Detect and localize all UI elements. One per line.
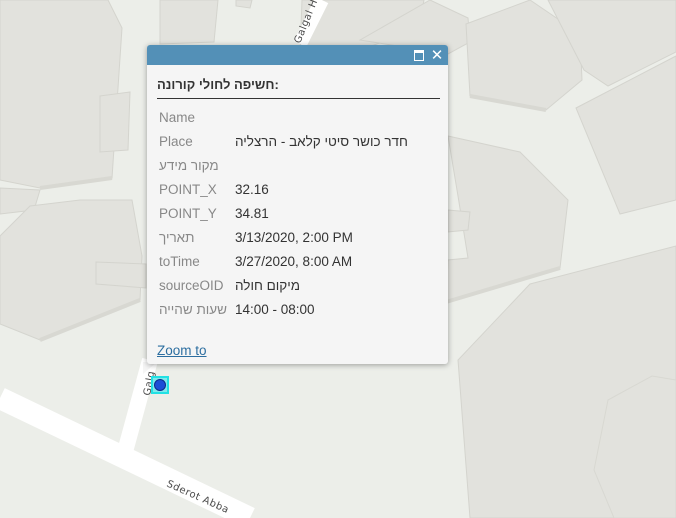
feature-popup: ✕ :חשיפה לחולי קורונה Name Place חדר כושר…: [147, 45, 448, 364]
attribute-row: POINT_Y 34.81: [156, 201, 408, 225]
selected-feature-marker[interactable]: [151, 376, 169, 394]
attribute-value: [235, 105, 408, 129]
attribute-value: 32.16: [235, 181, 269, 197]
attribute-row: POINT_X 32.16: [156, 177, 408, 201]
attribute-row: toTime 3/27/2020, 8:00 AM: [156, 249, 408, 273]
attribute-name: תאריך: [159, 229, 195, 245]
popup-title: :חשיפה לחולי קורונה: [157, 77, 279, 92]
attribute-row: תאריך 3/13/2020, 2:00 PM: [156, 225, 408, 249]
attribute-value: 34.81: [235, 205, 269, 221]
attribute-name: שעות שהייה: [159, 301, 228, 317]
attribute-value: 14:00 - 08:00: [235, 301, 315, 317]
attribute-row: Name: [156, 105, 408, 129]
attribute-name: POINT_Y: [159, 205, 217, 221]
title-divider: [157, 98, 440, 99]
maximize-icon[interactable]: [412, 48, 426, 62]
attribute-name: toTime: [159, 253, 200, 269]
attribute-row: שעות שהייה 14:00 - 08:00: [156, 297, 408, 321]
attribute-row: sourceOID מיקום חולה: [156, 273, 408, 297]
attribute-value: 3/27/2020, 8:00 AM: [235, 253, 353, 269]
attribute-row: מקור מידע: [156, 153, 408, 177]
attribute-value: חדר כושר סיטי קלאב - הרצליה: [235, 133, 408, 149]
attribute-table: Name Place חדר כושר סיטי קלאב - הרצליה מק…: [156, 105, 408, 321]
zoom-to-link[interactable]: Zoom to: [157, 343, 207, 358]
popup-header: ✕: [147, 45, 448, 65]
attribute-name: sourceOID: [159, 277, 224, 293]
attribute-name: Name: [159, 109, 196, 125]
attribute-name: מקור מידע: [159, 157, 219, 173]
close-icon[interactable]: ✕: [430, 48, 444, 63]
attribute-name: POINT_X: [159, 181, 217, 197]
attribute-row: Place חדר כושר סיטי קלאב - הרצליה: [156, 129, 408, 153]
point-marker-icon[interactable]: [154, 379, 166, 391]
attribute-value: מיקום חולה: [235, 277, 300, 293]
attribute-name: Place: [159, 133, 193, 149]
attribute-value: 3/13/2020, 2:00 PM: [235, 229, 353, 245]
attribute-value: [235, 153, 408, 177]
